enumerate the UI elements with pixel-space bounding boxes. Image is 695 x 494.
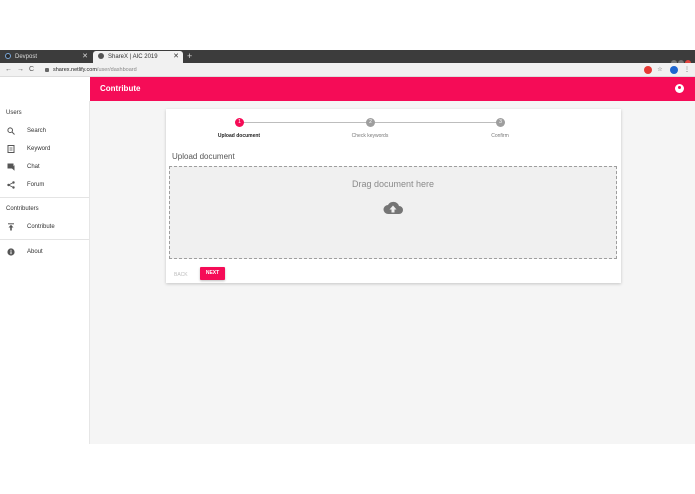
app-bar: Contribute (0, 77, 695, 101)
next-button[interactable]: NEXT (200, 267, 225, 280)
screen: Devpost ✕ ShareX | AIC 2019 ✕ + ← → C sh… (0, 0, 695, 494)
sidebar-item-search[interactable]: Search (0, 124, 89, 138)
profile-avatar-icon[interactable] (670, 66, 678, 74)
devpost-favicon-icon (5, 53, 11, 60)
sidebar-section-contributers: Contributers (6, 206, 39, 212)
stepper-connector (374, 122, 501, 123)
document-dropzone[interactable]: Drag document here (169, 166, 617, 259)
sidebar-item-label: About (27, 249, 43, 255)
sidebar-item-about[interactable]: About (0, 245, 89, 259)
main-content: 1 Upload document 2 Check keywords 3 Con… (90, 101, 695, 444)
close-tab-icon[interactable]: ✕ (82, 51, 88, 63)
cloud-upload-icon (383, 201, 403, 214)
browser-address-bar: ← → C sharex.netlify.com/user/dashboard … (0, 63, 695, 77)
sidebar-divider (0, 239, 89, 240)
info-icon (7, 248, 15, 256)
search-icon (7, 127, 15, 135)
browser-tab-sharex[interactable]: ShareX | AIC 2019 ✕ (93, 51, 183, 63)
step-label: Confirm (491, 133, 509, 139)
back-arrow-icon[interactable]: ← (5, 63, 12, 77)
extension-icon[interactable] (644, 66, 652, 74)
upload-section-title: Upload document (172, 152, 235, 161)
sidebar-item-contribute[interactable]: Contribute (0, 220, 89, 234)
tab-title: Devpost (15, 54, 38, 60)
step-number: 2 (366, 118, 375, 127)
step-label: Upload document (217, 133, 261, 139)
sidebar-item-chat[interactable]: Chat (0, 160, 89, 174)
sidebar-item-keyword[interactable]: Keyword (0, 142, 89, 156)
menu-dots-icon[interactable]: ⋮ (683, 66, 691, 74)
browser-tab-devpost[interactable]: Devpost ✕ (0, 51, 92, 63)
back-button[interactable]: BACK (174, 269, 188, 281)
stepper-connector (243, 122, 370, 123)
page-title: Contribute (100, 84, 141, 93)
globe-favicon-icon (98, 53, 104, 60)
app-bar-main: Contribute (90, 77, 695, 101)
account-circle-icon[interactable] (675, 84, 684, 93)
bookmark-star-icon[interactable]: ☆ (656, 66, 664, 74)
url-path: /user/dashboard (96, 67, 137, 73)
sidebar-item-label: Chat (27, 164, 40, 170)
sidebar: Users Search Keyword Chat Forum Contribu… (0, 101, 90, 444)
upload-icon (8, 223, 14, 231)
sidebar-divider (0, 197, 89, 198)
sidebar-item-label: Forum (27, 182, 45, 188)
share-icon (7, 181, 15, 189)
url-field[interactable]: sharex.netlify.com/user/dashboard (45, 63, 137, 77)
step-number: 1 (235, 118, 244, 127)
url-host: sharex.netlify.com (53, 67, 97, 73)
new-tab-icon[interactable]: + (187, 50, 192, 63)
sidebar-item-label: Search (27, 128, 47, 134)
step-label: Check keywords (351, 133, 389, 139)
sidebar-item-label: Contribute (27, 224, 55, 230)
close-tab-icon[interactable]: ✕ (173, 51, 179, 63)
reload-icon[interactable]: C (29, 63, 34, 77)
sidebar-section-users: Users (6, 110, 22, 116)
tab-title: ShareX | AIC 2019 (108, 54, 158, 60)
step-number: 3 (496, 118, 505, 127)
sidebar-item-forum[interactable]: Forum (0, 178, 89, 192)
dropzone-text: Drag document here (351, 179, 435, 189)
chat-icon (7, 163, 15, 171)
forward-arrow-icon[interactable]: → (17, 63, 24, 77)
upload-card: 1 Upload document 2 Check keywords 3 Con… (166, 109, 621, 283)
browser-tab-bar: Devpost ✕ ShareX | AIC 2019 ✕ + (0, 50, 695, 66)
sidebar-item-label: Keyword (27, 146, 51, 152)
lock-icon (45, 67, 49, 72)
document-icon (7, 145, 15, 153)
